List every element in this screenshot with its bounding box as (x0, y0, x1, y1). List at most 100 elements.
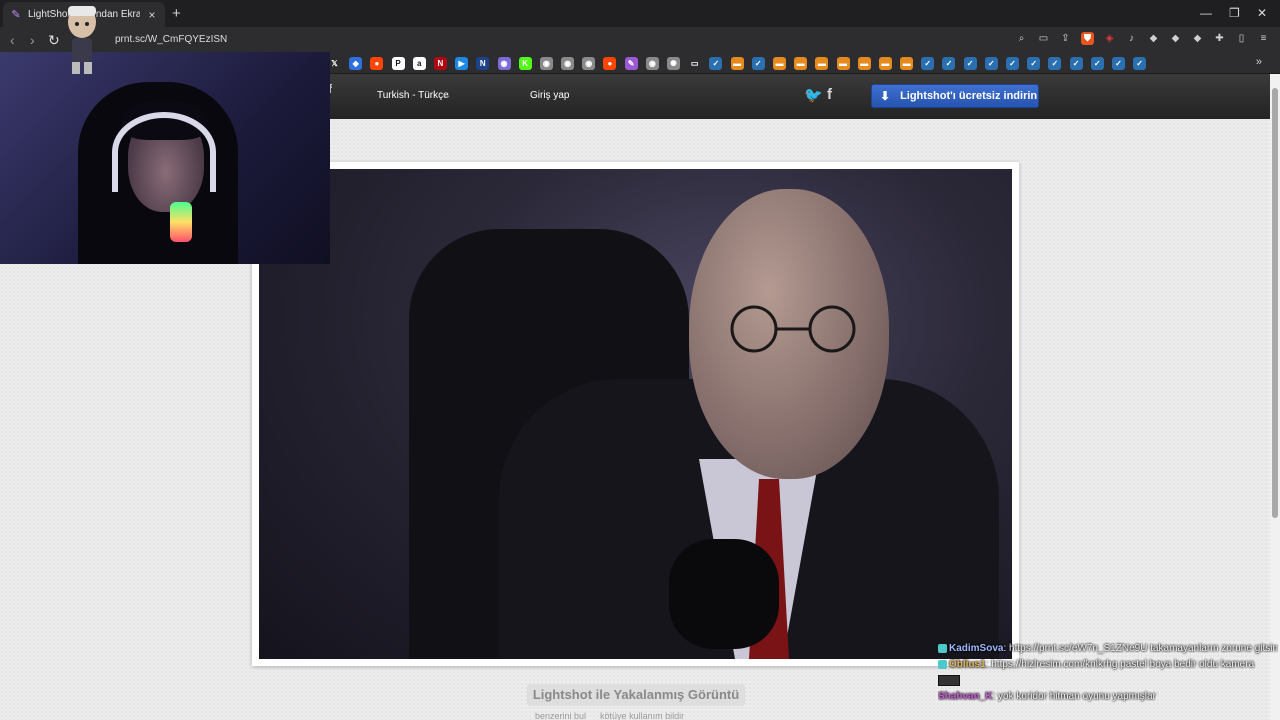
download-icon: ⬇ (880, 89, 891, 103)
minimize-icon[interactable]: — (1200, 6, 1212, 20)
screenshot-caption: Lightshot ile Yakalanmış Görüntü (527, 684, 745, 706)
brave-shield-icon[interactable]: ⛊ (1081, 32, 1094, 45)
globe-icon[interactable]: ◉ (497, 57, 511, 70)
gloved-hand (669, 539, 779, 649)
audio-icon[interactable]: ♪ (1125, 32, 1138, 45)
chat-message (938, 673, 1278, 689)
chevron-right-icon[interactable]: » (1256, 56, 1262, 68)
stream-chat-overlay: KadimSova: https://prnt.sc/eW7n_S1ZNe9U … (938, 641, 1278, 705)
chat-message: KadimSova: https://prnt.sc/eW7n_S1ZNe9U … (938, 641, 1278, 657)
blue-app-icon[interactable]: ◆ (349, 57, 363, 70)
toolbar-icons: ⌕ ▭ ⇪ ⛊ ◈ ♪ ◆ ◆ ◆ ✚ ▯ ≡ (1015, 32, 1270, 45)
steam-icon[interactable]: ✓ (751, 57, 765, 70)
browser-toolbar: ‹ › ↻ prnt.sc/W_CmFQYEzISN ⌕ ▭ ⇪ ⛊ ◈ ♪ ◆ ◆ ◆ ✚ ▯ ≡ (0, 27, 1280, 53)
language-selector[interactable]: Turkish - Türkçe (377, 90, 449, 101)
report-abuse-link[interactable]: kötüye kullanım bildir (600, 711, 684, 720)
ublock-icon[interactable]: ◈ (1103, 32, 1116, 45)
steam-icon[interactable]: ✓ (1133, 57, 1147, 70)
orange-app-icon[interactable]: ▬ (730, 57, 744, 70)
nba-icon[interactable]: N (476, 57, 490, 70)
screenshot-image (259, 169, 1012, 659)
chat-badge-icon (938, 643, 947, 653)
orange-app-icon[interactable]: ▬ (815, 57, 829, 70)
steam-icon[interactable]: ✓ (1069, 57, 1083, 70)
chat-message: Oblius1: https://hizlresim.com/knlkrhg p… (938, 657, 1278, 673)
chat-username: KadimSova (949, 643, 1004, 654)
steam-icon[interactable]: ✓ (984, 57, 998, 70)
steam-icon[interactable]: ✓ (921, 57, 935, 70)
steam-icon[interactable]: ✓ (1048, 57, 1062, 70)
lightshot-icon[interactable]: ✎ (624, 57, 638, 70)
chat-text: : https://hizlresim.com/knlkrhg pastel b… (985, 659, 1255, 670)
reload-icon[interactable]: ↻ (48, 32, 60, 49)
extension-icon[interactable]: ◆ (1169, 32, 1182, 45)
steam-icon[interactable]: ✓ (963, 57, 977, 70)
chevron-down-icon: ⌄ (443, 90, 452, 101)
close-icon[interactable]: ✕ (1257, 6, 1267, 20)
extension-icon[interactable]: ◆ (1147, 32, 1160, 45)
chat-username: Shahvan_K (938, 691, 993, 702)
orange-app-icon[interactable]: ▬ (794, 57, 808, 70)
mascot-sticker-icon (68, 6, 96, 74)
orange-app-icon[interactable]: ▬ (857, 57, 871, 70)
menu-icon[interactable]: ≡ (1257, 32, 1270, 45)
play-icon[interactable]: ▶ (455, 57, 469, 70)
restore-icon[interactable]: ❐ (1229, 6, 1240, 20)
image-actions: benzerini bul kötüye kullanım bildir (535, 711, 684, 720)
chat-text: : yok koridor hitman oyunu yapmışlar (992, 691, 1156, 702)
cast-icon[interactable]: ▭ (1037, 32, 1050, 45)
orange-app-icon[interactable]: ▬ (772, 57, 786, 70)
chat-emote-icon (938, 674, 960, 686)
new-tab-icon[interactable]: + (172, 5, 181, 22)
reddit-icon[interactable]: ● (603, 57, 617, 70)
orange-app-icon[interactable]: ▬ (836, 57, 850, 70)
steam-icon[interactable]: ✓ (1027, 57, 1041, 70)
globe-icon[interactable]: ◉ (645, 57, 659, 70)
extension-icon[interactable]: ◆ (1191, 32, 1204, 45)
facebook-icon[interactable]: f (827, 86, 832, 103)
scrollbar-thumb[interactable] (1272, 88, 1278, 518)
microphone-icon (170, 202, 192, 242)
globe-icon[interactable]: ◉ (561, 57, 575, 70)
download-button[interactable]: ⬇ Lightshot'ı ücretsiz indirin (871, 84, 1039, 108)
orange-app-icon[interactable]: ▬ (878, 57, 892, 70)
p-icon[interactable]: P (391, 57, 405, 70)
chat-badge-icon (938, 659, 947, 669)
kick-icon[interactable]: K (518, 57, 532, 70)
find-similar-link[interactable]: benzerini bul (535, 711, 586, 720)
headset-icon (112, 112, 216, 192)
chat-text: : https://prnt.sc/eW7n_S1ZNe9U takamayan… (1003, 643, 1278, 654)
extensions-puzzle-icon[interactable]: ✚ (1213, 32, 1226, 45)
reddit-icon[interactable]: ● (370, 57, 384, 70)
steam-icon[interactable]: ✓ (942, 57, 956, 70)
chat-message: Shahvan_K: yok koridor hitman oyunu yapm… (938, 689, 1278, 705)
lightshot-feather-icon: ✎ (11, 8, 21, 21)
tab-strip: ✎ LightShot tarafından Ekran Görüntüsü ×… (0, 0, 1280, 27)
steam-icon[interactable]: ✓ (1006, 57, 1019, 70)
forward-icon[interactable]: › (30, 32, 35, 48)
steam-icon[interactable]: ✓ (1111, 57, 1125, 70)
steam-icon[interactable]: ✓ (1090, 57, 1104, 70)
steam-icon[interactable]: ✓ (709, 57, 723, 70)
login-link[interactable]: Giriş yap (530, 90, 569, 101)
glasses-icon (730, 305, 856, 353)
amazon-icon[interactable]: a (412, 57, 426, 70)
screenshot-frame (252, 162, 1019, 666)
sidebar-icon[interactable]: ▯ (1235, 32, 1248, 45)
netflix-icon[interactable]: N (433, 57, 447, 70)
webcam-overlay (0, 52, 330, 264)
share-icon[interactable]: ⇪ (1059, 32, 1072, 45)
download-label: Lightshot'ı ücretsiz indirin (900, 90, 1038, 102)
folder-icon[interactable]: ▭ (688, 57, 702, 70)
globe-icon[interactable]: ◉ (582, 57, 596, 70)
chat-username: Oblius1 (949, 659, 986, 670)
scrollbar[interactable] (1270, 74, 1280, 720)
back-icon[interactable]: ‹ (10, 32, 15, 48)
tab-close-icon[interactable]: × (146, 8, 158, 22)
globe-icon[interactable]: ◉ (539, 57, 553, 70)
openai-icon[interactable]: ✺ (667, 57, 680, 70)
twitter-icon[interactable]: 🐦 (804, 86, 823, 104)
address-bar[interactable]: prnt.sc/W_CmFQYEzISN (115, 34, 227, 45)
zoom-icon[interactable]: ⌕ (1015, 32, 1028, 45)
orange-app-icon[interactable]: ▬ (900, 57, 914, 70)
